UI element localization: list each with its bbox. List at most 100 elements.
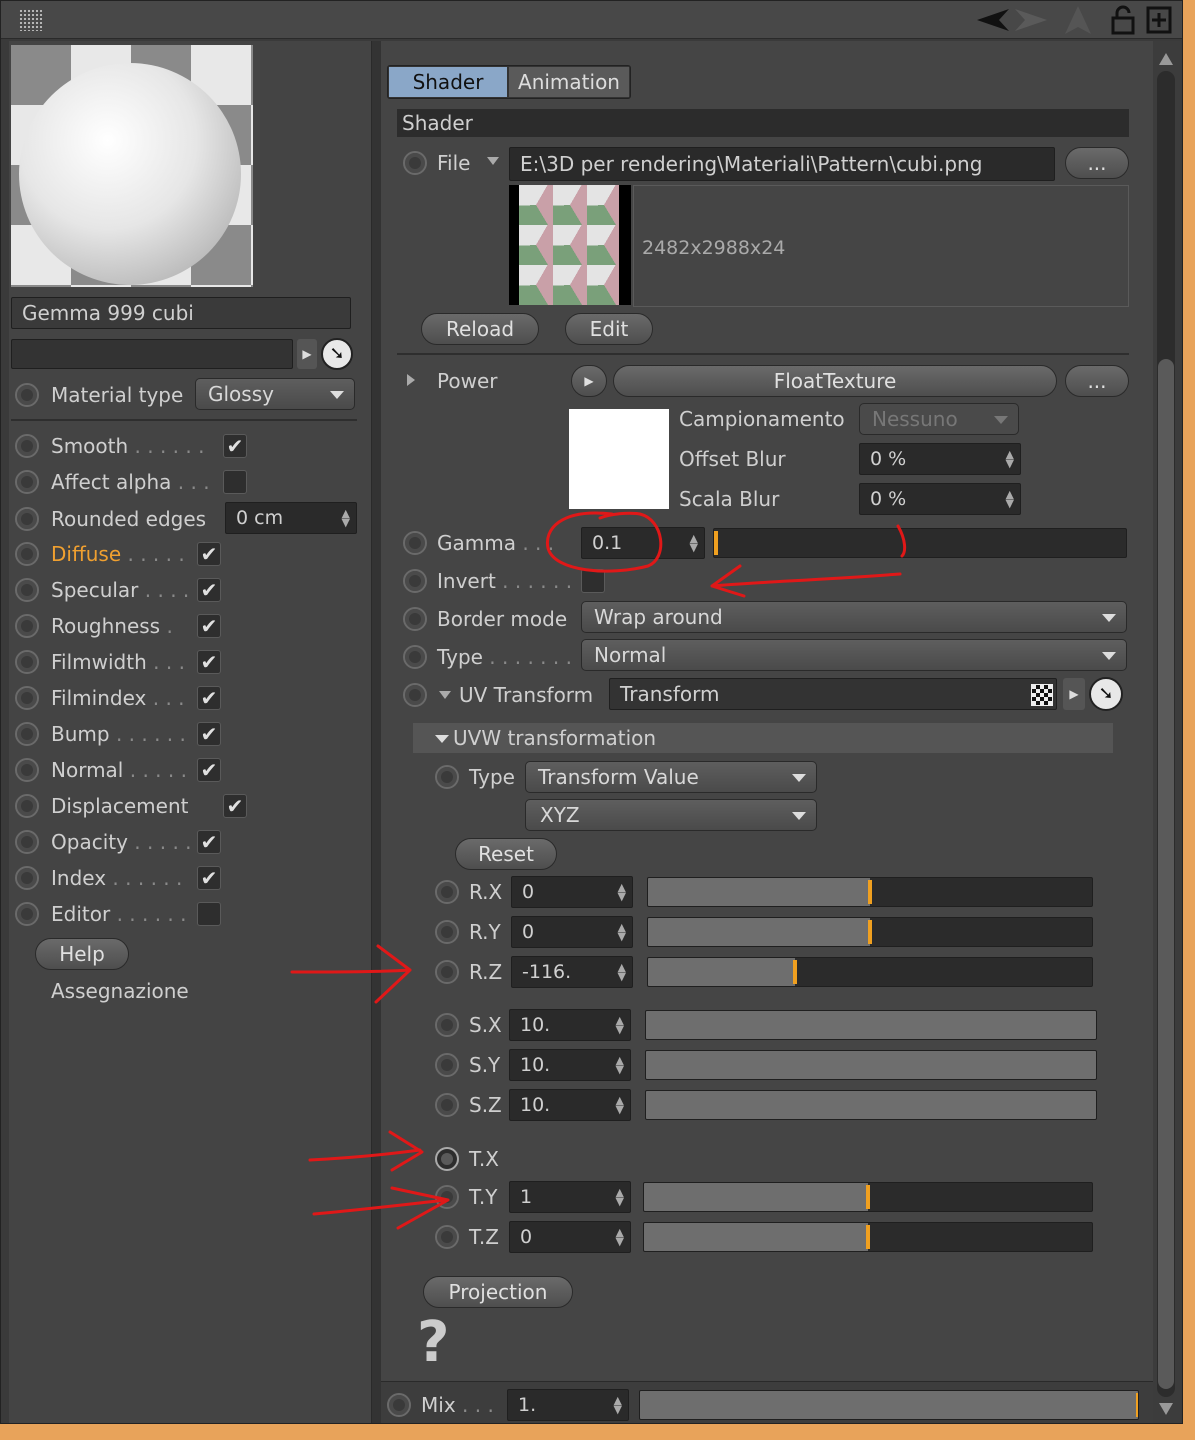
scale-radio[interactable] <box>435 1093 459 1117</box>
new-window-icon[interactable] <box>1145 5 1173 35</box>
property-radio[interactable] <box>15 650 39 674</box>
property-checkbox[interactable]: ✔ <box>223 794 247 818</box>
projection-button[interactable]: Projection <box>423 1276 573 1308</box>
gamma-slider[interactable] <box>713 528 1127 558</box>
property-checkbox[interactable]: ✔ <box>197 578 221 602</box>
link-arrow-button[interactable]: ▶ <box>297 339 317 369</box>
tab-shader[interactable]: Shader <box>389 67 507 97</box>
rotation-field[interactable]: 0 ▲ ▼ <box>511 876 633 908</box>
scale-blur-field[interactable]: 0 % ▲ ▼ <box>859 483 1021 515</box>
tx-radio[interactable] <box>435 1147 459 1171</box>
help-question-icon[interactable]: ? <box>417 1311 449 1375</box>
uvw-collapse-icon[interactable] <box>435 735 449 743</box>
border-mode-dropdown[interactable]: Wrap around <box>581 601 1127 633</box>
rounded-edges-radio[interactable] <box>15 507 39 531</box>
property-radio[interactable] <box>15 830 39 854</box>
scale-radio[interactable] <box>435 1053 459 1077</box>
rotation-radio[interactable] <box>435 960 459 984</box>
property-checkbox[interactable]: ✔ <box>197 722 221 746</box>
power-shader-button[interactable]: FloatTexture <box>613 365 1057 397</box>
power-expand-icon[interactable] <box>407 374 415 386</box>
gamma-field[interactable]: 0.1 ▲ ▼ <box>581 527 705 559</box>
offset-blur-field[interactable]: 0 % ▲ ▼ <box>859 443 1021 475</box>
tab-animation[interactable]: Animation <box>509 67 629 97</box>
uvw-type-radio[interactable] <box>435 765 459 789</box>
scale-radio[interactable] <box>435 1013 459 1037</box>
translation-slider[interactable] <box>643 1222 1093 1252</box>
property-radio[interactable] <box>15 614 39 638</box>
invert-radio[interactable] <box>403 569 427 593</box>
rotation-slider[interactable] <box>647 957 1093 987</box>
type-radio[interactable] <box>403 645 427 669</box>
forward-arrow-icon[interactable] <box>1011 5 1051 35</box>
file-browse-button[interactable]: ... <box>1065 147 1129 179</box>
scale-field[interactable]: 10. ▲ ▼ <box>509 1089 631 1121</box>
property-checkbox[interactable] <box>197 902 221 926</box>
stepper-icon[interactable]: ▲ ▼ <box>618 922 626 942</box>
property-checkbox[interactable]: ✔ <box>197 686 221 710</box>
material-preview[interactable] <box>11 45 253 287</box>
rounded-edges-field[interactable]: 0 cm ▲ ▼ <box>225 502 357 534</box>
vertical-scrollbar[interactable] <box>1153 41 1181 1423</box>
lock-icon[interactable] <box>1109 4 1137 36</box>
material-type-radio[interactable] <box>15 383 39 407</box>
property-radio[interactable] <box>15 722 39 746</box>
rotation-slider[interactable] <box>647 877 1093 907</box>
property-checkbox[interactable]: ✔ <box>197 650 221 674</box>
material-link-field[interactable] <box>11 339 293 369</box>
reset-button[interactable]: Reset <box>455 838 557 870</box>
rotation-order-dropdown[interactable]: XYZ <box>525 799 817 831</box>
property-checkbox[interactable]: ✔ <box>197 866 221 890</box>
property-checkbox[interactable] <box>223 470 247 494</box>
up-arrow-icon[interactable] <box>1061 3 1095 37</box>
property-radio[interactable] <box>15 758 39 782</box>
type-dropdown[interactable]: Normal <box>581 639 1127 671</box>
rotation-field[interactable]: -116. ▲ ▼ <box>511 956 633 988</box>
property-radio[interactable] <box>15 794 39 818</box>
uv-pick-cursor-icon[interactable]: ➘ <box>1089 677 1123 711</box>
property-checkbox[interactable]: ✔ <box>223 434 247 458</box>
stepper-icon[interactable]: ▲ ▼ <box>1006 489 1014 509</box>
uv-transform-field[interactable]: Transform <box>609 678 1057 710</box>
scale-slider[interactable] <box>645 1090 1097 1120</box>
scroll-thumb[interactable] <box>1158 359 1174 1389</box>
file-path-field[interactable]: E:\3D per rendering\Materiali\Pattern\cu… <box>509 147 1055 181</box>
stepper-icon[interactable]: ▲ ▼ <box>616 1055 624 1075</box>
uvw-type-dropdown[interactable]: Transform Value <box>525 761 817 793</box>
rotation-radio[interactable] <box>435 880 459 904</box>
power-arrow-button[interactable]: ▶ <box>571 365 607 397</box>
uv-transform-radio[interactable] <box>403 683 427 707</box>
edit-button[interactable]: Edit <box>565 313 653 345</box>
property-radio[interactable] <box>15 470 39 494</box>
panel-divider[interactable] <box>371 41 381 1423</box>
material-type-dropdown[interactable]: Glossy <box>195 378 355 410</box>
rotation-slider[interactable] <box>647 917 1093 947</box>
help-button[interactable]: Help <box>35 938 129 970</box>
property-checkbox[interactable]: ✔ <box>197 830 221 854</box>
translation-radio[interactable] <box>435 1225 459 1249</box>
checker-icon[interactable] <box>1031 684 1053 706</box>
property-radio[interactable] <box>15 902 39 926</box>
border-mode-radio[interactable] <box>403 607 427 631</box>
stepper-icon[interactable]: ▲ ▼ <box>616 1227 624 1247</box>
uv-expand-icon[interactable] <box>439 691 451 699</box>
scale-field[interactable]: 10. ▲ ▼ <box>509 1009 631 1041</box>
mix-slider[interactable] <box>639 1390 1139 1420</box>
translation-slider[interactable] <box>643 1182 1093 1212</box>
scroll-up-icon[interactable] <box>1159 53 1173 65</box>
mix-radio[interactable] <box>387 1393 411 1417</box>
translation-field[interactable]: 0 ▲ ▼ <box>509 1221 631 1253</box>
property-checkbox[interactable]: ✔ <box>197 758 221 782</box>
file-menu-arrow-icon[interactable] <box>487 157 499 165</box>
scale-slider[interactable] <box>645 1050 1097 1080</box>
stepper-icon[interactable]: ▲ ▼ <box>618 962 626 982</box>
assign-label[interactable]: Assegnazione <box>51 978 189 1004</box>
uv-link-arrow-button[interactable]: ▶ <box>1063 678 1085 710</box>
property-radio[interactable] <box>15 686 39 710</box>
scale-slider[interactable] <box>645 1010 1097 1040</box>
gamma-radio[interactable] <box>403 531 427 555</box>
property-checkbox[interactable]: ✔ <box>197 542 221 566</box>
stepper-icon[interactable]: ▲ ▼ <box>616 1187 624 1207</box>
property-radio[interactable] <box>15 434 39 458</box>
invert-checkbox[interactable] <box>581 569 605 593</box>
